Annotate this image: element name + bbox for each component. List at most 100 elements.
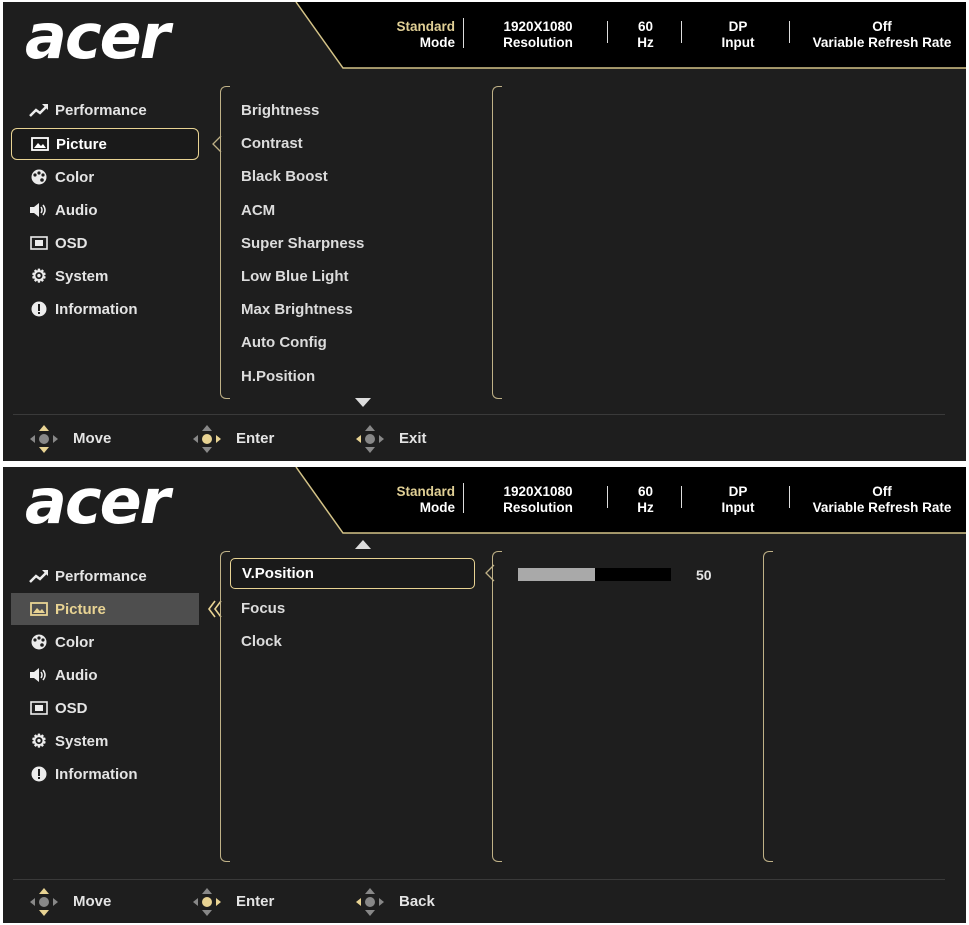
input-stat: DP Input <box>713 484 763 516</box>
vrr-label: Variable Refresh Rate <box>812 500 952 515</box>
separator <box>681 21 682 43</box>
menu-item-picture[interactable]: Picture <box>11 128 199 160</box>
input-stat: DP Input <box>713 19 763 51</box>
resolution-value: 1920X1080 <box>503 484 573 499</box>
osd-panel-picture-menu: acer Standard Mode 1920X1080 Resolution … <box>3 2 966 461</box>
footer-move-label: Move <box>73 893 112 910</box>
refresh-stat: 60 Hz <box>628 484 663 516</box>
info-icon <box>28 766 50 782</box>
mode-label: Mode <box>419 35 455 50</box>
vrr-label: Variable Refresh Rate <box>812 35 952 50</box>
submenu-item[interactable]: ACM <box>241 202 275 219</box>
speaker-icon <box>28 667 50 683</box>
pointer-chevron-icon <box>212 135 222 153</box>
menu-label: Performance <box>55 567 147 585</box>
vrr-value: Off <box>872 19 892 34</box>
footer-back-label: Back <box>399 893 435 910</box>
refresh-label: Hz <box>637 35 654 50</box>
submenu-item[interactable]: H.Position <box>241 368 315 385</box>
menu-label: Color <box>55 633 95 651</box>
resolution-label: Resolution <box>503 500 573 515</box>
separator <box>463 18 464 48</box>
menu-item-color[interactable]: Color <box>11 626 199 658</box>
separator <box>463 483 464 513</box>
separator <box>789 486 790 508</box>
menu-item-information[interactable]: Information <box>11 293 199 325</box>
osd-icon <box>28 236 50 250</box>
submenu-bracket <box>220 86 230 399</box>
mode-stat: Standard Mode <box>389 484 455 516</box>
scroll-down-arrow-icon[interactable] <box>355 398 371 408</box>
menu-item-audio[interactable]: Audio <box>11 194 199 226</box>
mode-value: Standard <box>396 484 455 499</box>
resolution-value: 1920X1080 <box>503 19 573 34</box>
submenu-item-v-position[interactable]: V.Position <box>230 558 475 589</box>
mode-value: Standard <box>396 19 455 34</box>
resolution-label: Resolution <box>503 35 573 50</box>
separator <box>607 486 608 508</box>
move-dpad-icon <box>30 888 58 916</box>
acer-logo: acer <box>25 467 170 538</box>
mode-stat: Standard Mode <box>389 19 455 51</box>
menu-item-osd[interactable]: OSD <box>11 692 199 724</box>
menu-item-osd[interactable]: OSD <box>11 227 199 259</box>
osd-panel-position-menu: acer Standard Mode 1920X1080 Resolution … <box>3 467 966 923</box>
menu-item-system[interactable]: ⚙ System <box>11 260 199 292</box>
input-value: DP <box>728 19 748 34</box>
menu-item-performance[interactable]: Performance <box>11 560 199 592</box>
menu-label: Picture <box>56 135 107 153</box>
footer-enter-label: Enter <box>236 430 275 447</box>
footer-move-label: Move <box>73 430 112 447</box>
menu-item-information[interactable]: Information <box>11 758 199 790</box>
enter-dpad-icon <box>193 425 221 453</box>
value-bracket <box>492 551 502 862</box>
menu-item-system[interactable]: ⚙ System <box>11 725 199 757</box>
submenu-item[interactable]: Black Boost <box>241 168 328 185</box>
submenu-item[interactable]: Low Blue Light <box>241 268 348 285</box>
resolution-stat: 1920X1080 Resolution <box>493 19 583 51</box>
submenu-item[interactable]: Super Sharpness <box>241 235 364 252</box>
v-position-slider-fill <box>518 568 595 581</box>
footer-enter-label: Enter <box>236 893 275 910</box>
speaker-icon <box>28 202 50 218</box>
v-position-slider[interactable] <box>518 568 671 581</box>
submenu-item[interactable]: Contrast <box>241 135 303 152</box>
menu-label: Information <box>55 765 138 783</box>
submenu-item-focus[interactable]: Focus <box>241 600 285 617</box>
input-value: DP <box>728 484 748 499</box>
submenu-item[interactable]: Max Brightness <box>241 301 353 318</box>
v-position-value: 50 <box>696 567 712 583</box>
submenu-item[interactable]: Auto Config <box>241 334 327 351</box>
trend-arrow-icon <box>28 103 50 117</box>
menu-label: System <box>55 267 109 285</box>
submenu-item-clock[interactable]: Clock <box>241 633 282 650</box>
footer-divider <box>13 414 945 415</box>
value-bracket <box>492 86 502 399</box>
info-icon <box>28 301 50 317</box>
resolution-stat: 1920X1080 Resolution <box>493 484 583 516</box>
gear-icon: ⚙ <box>30 265 48 286</box>
submenu-item[interactable]: Brightness <box>241 102 319 119</box>
submenu-bracket <box>220 551 230 862</box>
menu-item-picture[interactable]: Picture <box>11 593 199 625</box>
input-label: Input <box>721 500 755 515</box>
picture-icon <box>28 602 50 616</box>
input-label: Input <box>721 35 755 50</box>
menu-item-color[interactable]: Color <box>11 161 199 193</box>
picture-icon <box>29 137 51 151</box>
menu-label: Picture <box>55 600 106 618</box>
separator <box>789 21 790 43</box>
exit-dpad-icon <box>356 425 384 453</box>
refresh-value: 60 <box>637 484 654 499</box>
vrr-stat: Off Variable Refresh Rate <box>803 19 961 51</box>
menu-item-performance[interactable]: Performance <box>11 94 199 126</box>
refresh-label: Hz <box>637 500 654 515</box>
refresh-value: 60 <box>637 19 654 34</box>
menu-item-audio[interactable]: Audio <box>11 659 199 691</box>
scroll-up-arrow-icon[interactable] <box>355 540 371 550</box>
enter-dpad-icon <box>193 888 221 916</box>
acer-logo: acer <box>25 2 170 73</box>
menu-label: Information <box>55 300 138 318</box>
separator <box>681 486 682 508</box>
separator <box>607 21 608 43</box>
